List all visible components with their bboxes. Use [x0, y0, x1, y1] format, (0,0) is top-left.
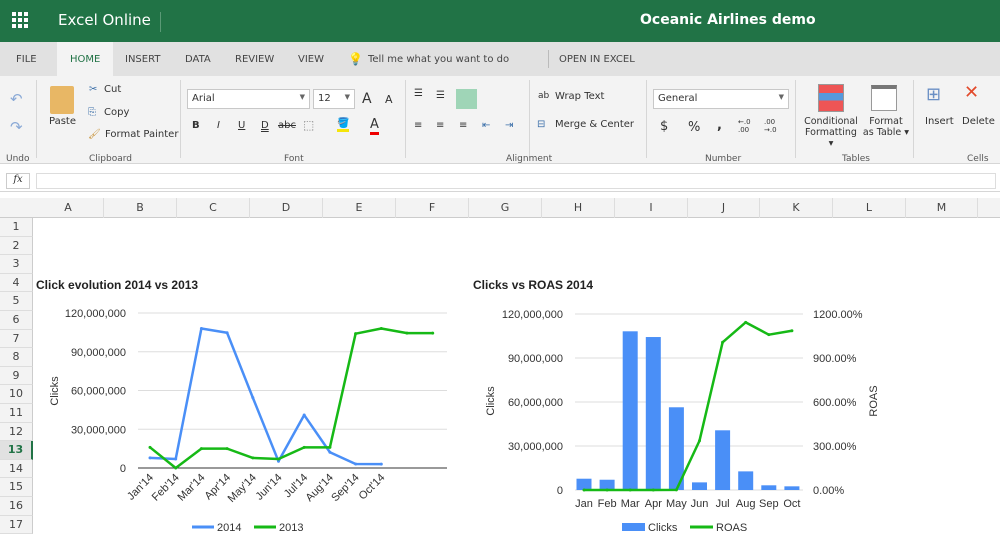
legend-label: 2013 — [279, 522, 303, 534]
bar-Oct — [784, 486, 800, 490]
data-point-ROAS — [767, 333, 771, 337]
series-line-ROAS — [584, 321, 793, 492]
y-tick-label: 90,000,000 — [71, 347, 126, 359]
x-tick-label: Oct'14 — [357, 472, 388, 503]
x-tick-label: Mar — [621, 498, 640, 510]
x-tick-label: Oct — [783, 498, 800, 510]
data-point-2014 — [199, 327, 203, 330]
data-point-2013 — [277, 457, 280, 461]
legend-label: ROAS — [716, 522, 747, 534]
y-tick-label: 0 — [120, 463, 126, 475]
x-tick-label: Aug — [736, 498, 756, 510]
chart-click-evolution[interactable]: Click evolution 2014 vs 2013 Clicks 0 30,… — [36, 278, 447, 534]
y-tick-label: 90,000,000 — [508, 353, 563, 365]
data-point-2014 — [174, 457, 178, 461]
data-point-ROAS — [582, 488, 586, 492]
x-tick-label: May — [666, 498, 687, 510]
y-tick-label: 120,000,000 — [502, 309, 563, 321]
y2-tick-label: 1200.00% — [813, 309, 863, 321]
data-point-2013 — [328, 445, 332, 449]
y2-tick-label: 600.00% — [813, 397, 857, 409]
y-tick-label: 30,000,000 — [508, 441, 563, 453]
y-tick-label: 60,000,000 — [71, 386, 126, 398]
x-tick-label: Jan — [575, 498, 593, 510]
data-point-2013 — [405, 331, 409, 335]
bar-Mar — [622, 331, 638, 490]
data-point-2013 — [199, 447, 203, 451]
data-point-2014 — [225, 331, 229, 335]
data-point-2013 — [148, 445, 152, 449]
x-tick-label: Jun — [691, 498, 709, 510]
data-point-ROAS — [605, 488, 609, 492]
chart-title: Clicks vs ROAS 2014 — [473, 278, 593, 292]
y-tick-label: 0 — [557, 485, 563, 497]
data-point-2013 — [379, 327, 383, 330]
y-axis-label: Clicks — [485, 386, 497, 416]
data-point-2014 — [302, 413, 306, 417]
x-tick-label: Jul — [716, 498, 730, 510]
x-tick-label: Jun'14 — [253, 472, 284, 503]
y-tick-label: 30,000,000 — [71, 424, 126, 436]
bar-Sep — [761, 485, 777, 490]
x-tick-label: Sep'14 — [329, 472, 361, 504]
bar-Aug — [738, 471, 754, 490]
legend-swatch-Clicks — [622, 523, 645, 531]
x-tick-label: Apr — [645, 498, 662, 510]
data-point-ROAS — [721, 340, 725, 344]
data-point-2014 — [251, 396, 255, 400]
data-point-2013 — [302, 445, 306, 449]
data-point-ROAS — [790, 329, 794, 333]
bar-Jul — [715, 430, 731, 490]
legend-label: 2014 — [217, 522, 241, 534]
data-point-2014 — [379, 462, 383, 466]
bar-Jun — [692, 482, 707, 490]
y2-tick-label: 300.00% — [813, 441, 857, 453]
x-tick-label: Feb — [598, 498, 617, 510]
data-point-2013 — [225, 447, 229, 451]
series-line-2013 — [149, 327, 433, 470]
chart-clicks-vs-roas[interactable]: Clicks vs ROAS 2014 Clicks ROAS 0 0.00% 30… — [473, 278, 880, 534]
y2-tick-label: 0.00% — [813, 485, 844, 497]
data-point-ROAS — [744, 320, 748, 324]
data-point-ROAS — [628, 488, 632, 492]
data-point-2013 — [251, 456, 255, 460]
data-point-ROAS — [698, 439, 701, 443]
x-tick-label: Sep — [759, 498, 779, 510]
y-tick-label: 120,000,000 — [65, 308, 126, 320]
x-tick-label: May'14 — [226, 472, 259, 505]
data-point-2014 — [354, 462, 358, 466]
data-point-ROAS — [674, 488, 678, 492]
data-point-2013 — [174, 466, 178, 470]
x-tick-label: Mar'14 — [176, 472, 208, 504]
bar-Jan — [576, 478, 592, 490]
chart-title: Click evolution 2014 vs 2013 — [36, 278, 198, 292]
bar-Apr — [645, 337, 661, 490]
y2-tick-label: 900.00% — [813, 353, 857, 365]
data-point-2013 — [354, 332, 358, 336]
data-point-2014 — [148, 456, 152, 460]
data-point-2013 — [431, 331, 435, 335]
charts-layer: Click evolution 2014 vs 2013 Clicks 0 30,… — [36, 278, 880, 534]
x-tick-label: Feb'14 — [150, 472, 182, 504]
bar-Feb — [599, 479, 615, 490]
data-point-ROAS — [651, 488, 655, 492]
y-axis-label: Clicks — [49, 376, 61, 406]
data-point-2014 — [328, 450, 332, 454]
series-line-2014 — [149, 327, 382, 466]
y-tick-label: 60,000,000 — [508, 397, 563, 409]
x-tick-label: Aug'14 — [304, 472, 336, 504]
legend-label: Clicks — [648, 522, 678, 534]
y2-axis-label: ROAS — [868, 385, 880, 416]
